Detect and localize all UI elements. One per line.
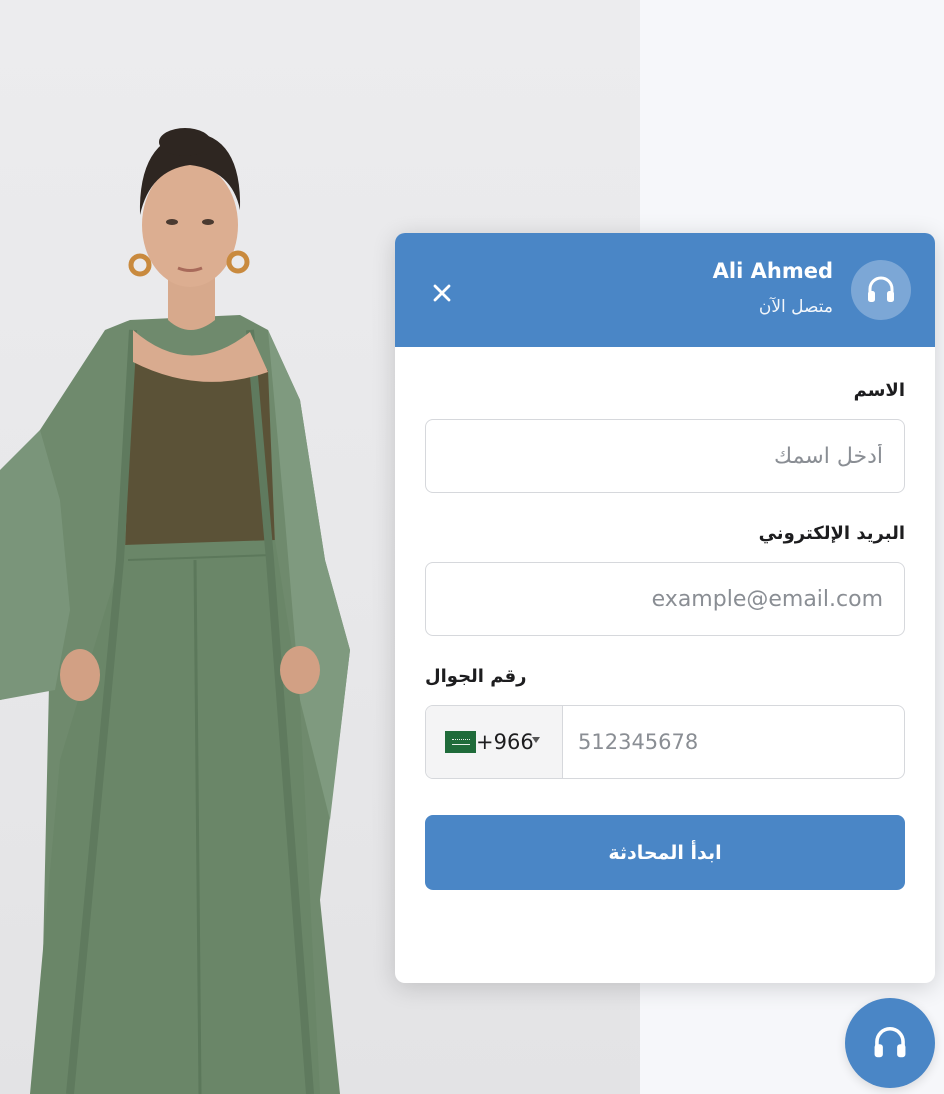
phone-label: رقم الجوال [425, 666, 527, 687]
headset-icon [874, 1026, 906, 1058]
saudi-arabia-flag-icon [445, 731, 476, 753]
close-icon [433, 284, 451, 302]
chat-header: Ali Ahmed متصل الآن [395, 233, 935, 347]
agent-name: Ali Ahmed [712, 259, 833, 283]
agent-avatar [851, 260, 911, 320]
close-button[interactable] [428, 279, 456, 307]
country-code-dropdown[interactable]: +966 [426, 706, 563, 778]
email-label: البريد الإلكتروني [758, 523, 905, 544]
phone-input[interactable] [564, 706, 904, 778]
start-chat-button[interactable]: ابدأ المحادثة [425, 815, 905, 890]
name-label: الاسم [853, 380, 905, 401]
agent-status: متصل الآن [758, 297, 833, 317]
caret-down-icon [532, 737, 540, 743]
dial-code: +966 [476, 730, 534, 754]
chat-launcher-button[interactable] [845, 998, 935, 1088]
headset-icon [868, 276, 894, 302]
email-input[interactable] [425, 562, 905, 636]
phone-field: +966 [425, 705, 905, 779]
chat-widget: Ali Ahmed متصل الآن الاسم البريد الإلكتر… [395, 233, 935, 983]
name-input[interactable] [425, 419, 905, 493]
